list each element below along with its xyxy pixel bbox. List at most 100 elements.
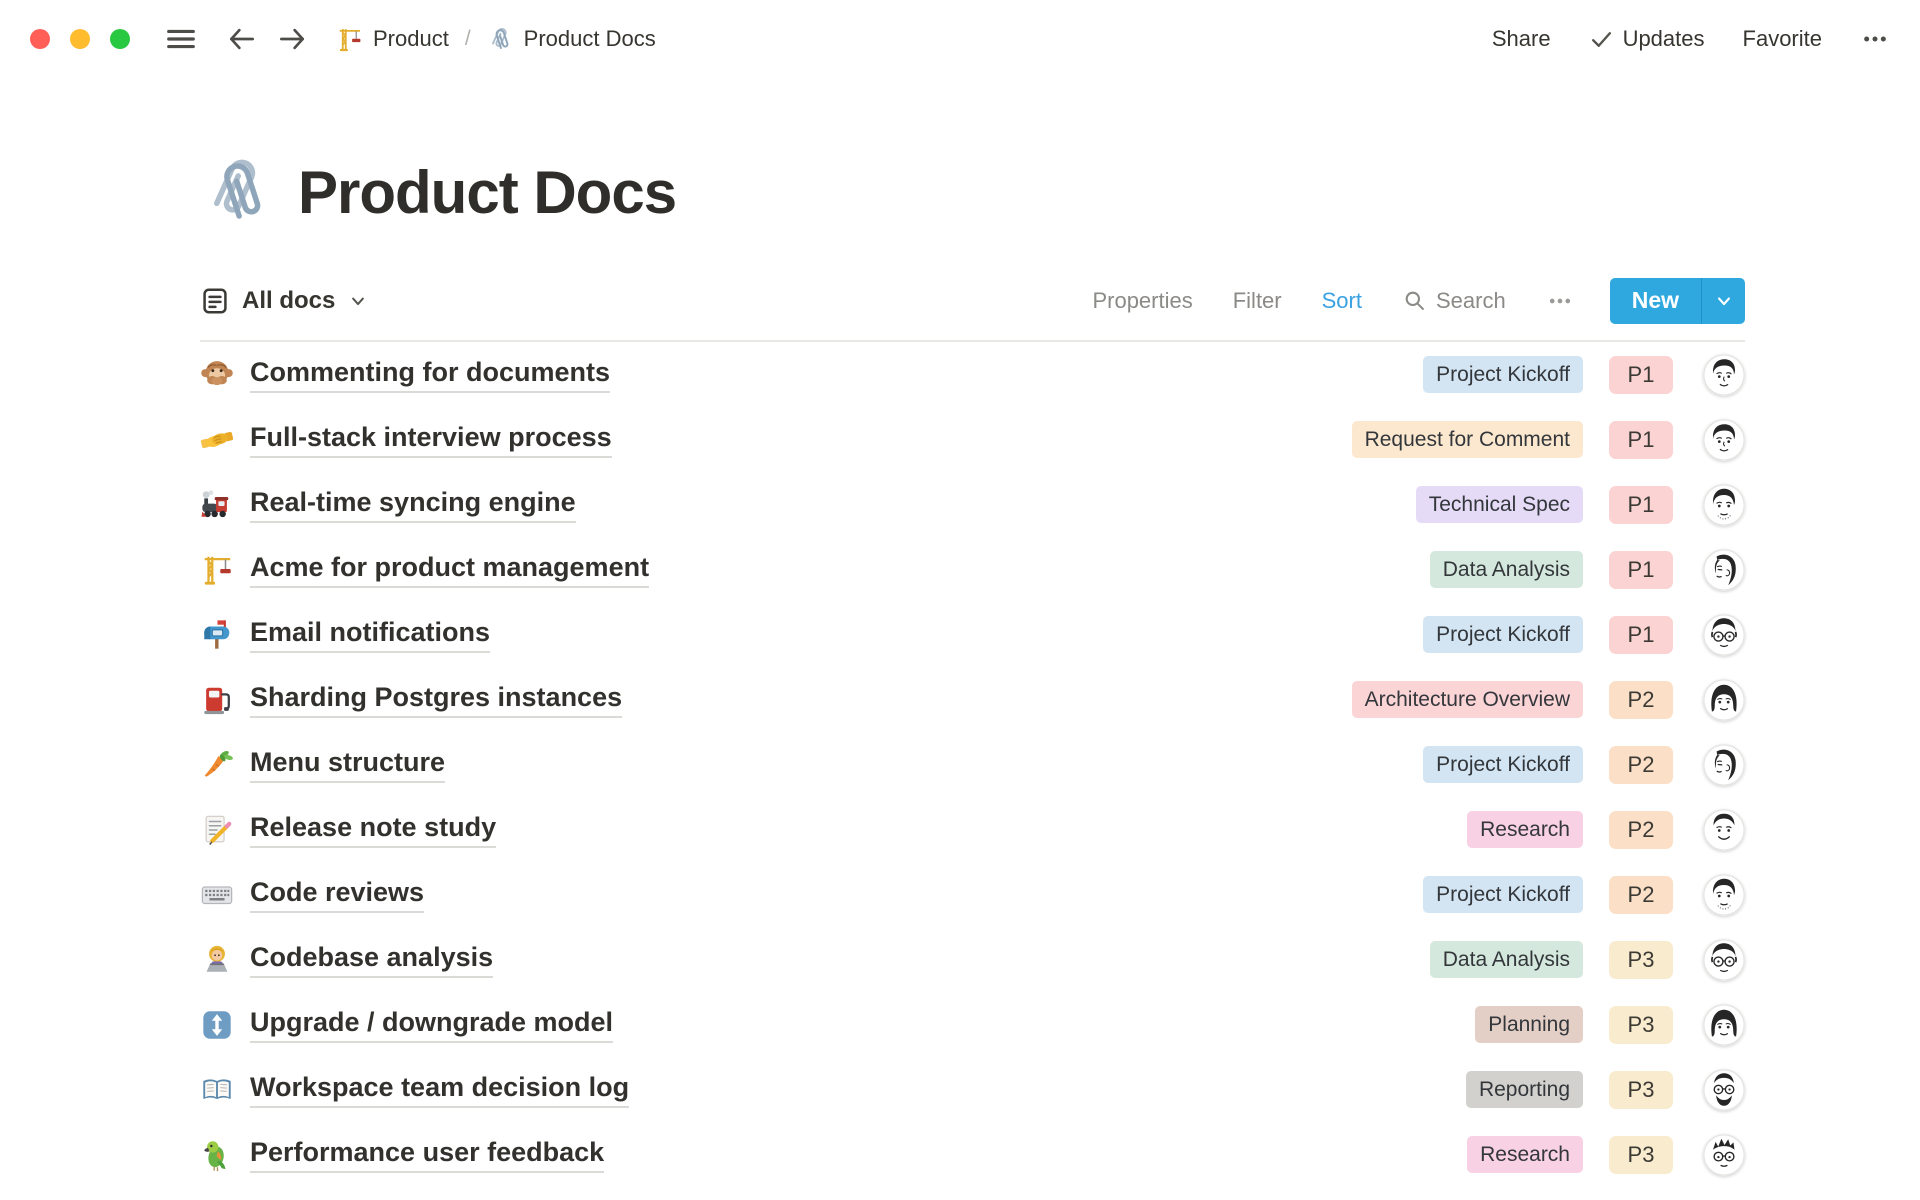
memo-emoji	[200, 813, 234, 847]
zoom-window-button[interactable]	[110, 29, 130, 49]
assignee-avatar-woman-bob[interactable]	[1703, 1004, 1745, 1046]
chevron-down-icon	[347, 290, 369, 312]
building-construction-emoji	[336, 26, 363, 53]
doc-tag[interactable]: Project Kickoff	[1423, 876, 1583, 913]
doc-title[interactable]: Real-time syncing engine	[250, 487, 576, 523]
doc-row[interactable]: Performance user feedback Research P3	[200, 1122, 1745, 1187]
more-options-button[interactable]	[1860, 24, 1890, 54]
doc-tag[interactable]: Request for Comment	[1352, 421, 1583, 458]
doc-row[interactable]: Full-stack interview process Request for…	[200, 407, 1745, 472]
doc-row[interactable]: Codebase analysis Data Analysis P3	[200, 927, 1745, 992]
parrot-emoji	[200, 1138, 234, 1172]
doc-row[interactable]: Acme for product management Data Analysi…	[200, 537, 1745, 602]
doc-tag[interactable]: Reporting	[1466, 1071, 1583, 1108]
doc-title[interactable]: Code reviews	[250, 877, 424, 913]
doc-title[interactable]: Upgrade / downgrade model	[250, 1007, 613, 1043]
assignee-avatar-person-glasses[interactable]	[1703, 939, 1745, 981]
doc-title[interactable]: Codebase analysis	[250, 942, 493, 978]
forward-arrow-icon[interactable]	[276, 23, 308, 55]
doc-tag[interactable]: Research	[1467, 1136, 1583, 1173]
assignee-avatar-man-glasses-spiky[interactable]	[1703, 1134, 1745, 1176]
doc-tag[interactable]: Technical Spec	[1416, 486, 1583, 523]
doc-tag[interactable]: Architecture Overview	[1352, 681, 1583, 718]
doc-priority-badge[interactable]: P3	[1609, 1071, 1673, 1109]
chevron-down-icon	[1713, 290, 1735, 312]
doc-tag[interactable]: Data Analysis	[1430, 551, 1583, 588]
doc-priority-badge[interactable]: P1	[1609, 356, 1673, 394]
sort-button[interactable]: Sort	[1322, 288, 1362, 314]
breadcrumb-item-product-docs[interactable]: Product Docs	[487, 26, 656, 53]
favorite-button[interactable]: Favorite	[1743, 26, 1822, 52]
ellipsis-icon	[1546, 287, 1574, 315]
breadcrumb-item-product[interactable]: Product	[336, 26, 449, 53]
search-button[interactable]: Search	[1402, 288, 1506, 314]
doc-tag[interactable]: Planning	[1475, 1006, 1583, 1043]
doc-row[interactable]: Menu structure Project Kickoff P2	[200, 732, 1745, 797]
filter-button[interactable]: Filter	[1233, 288, 1282, 314]
doc-priority-badge[interactable]: P1	[1609, 421, 1673, 459]
doc-tag[interactable]: Project Kickoff	[1423, 616, 1583, 653]
doc-title[interactable]: Release note study	[250, 812, 496, 848]
assignee-avatar-man-stubble[interactable]	[1703, 874, 1745, 916]
doc-priority-badge[interactable]: P1	[1609, 486, 1673, 524]
doc-priority-badge[interactable]: P2	[1609, 811, 1673, 849]
doc-title[interactable]: Sharding Postgres instances	[250, 682, 622, 718]
sidebar-menu-icon[interactable]	[164, 22, 198, 56]
linked-paperclips-emoji	[487, 26, 514, 53]
properties-button[interactable]: Properties	[1092, 288, 1192, 314]
up-down-arrow-button-emoji	[200, 1008, 234, 1042]
doc-row[interactable]: Sharding Postgres instances Architecture…	[200, 667, 1745, 732]
doc-row[interactable]: Upgrade / downgrade model Planning P3	[200, 992, 1745, 1057]
doc-row[interactable]: Release note study Research P2	[200, 797, 1745, 862]
traffic-lights	[30, 29, 130, 49]
back-arrow-icon[interactable]	[226, 23, 258, 55]
breadcrumb-label: Product	[373, 26, 449, 52]
new-dropdown-button[interactable]	[1701, 278, 1745, 324]
assignee-avatar-woman-side-profile[interactable]	[1703, 549, 1745, 591]
doc-row[interactable]: Code reviews Project Kickoff P2	[200, 862, 1745, 927]
doc-row[interactable]: Workspace team decision log Reporting P3	[200, 1057, 1745, 1122]
doc-priority-badge[interactable]: P1	[1609, 616, 1673, 654]
doc-title[interactable]: Email notifications	[250, 617, 490, 653]
doc-title[interactable]: Workspace team decision log	[250, 1072, 629, 1108]
doc-title[interactable]: Performance user feedback	[250, 1137, 604, 1173]
assignee-avatar-man-glasses-beard[interactable]	[1703, 1069, 1745, 1111]
doc-tag[interactable]: Data Analysis	[1430, 941, 1583, 978]
doc-priority-badge[interactable]: P3	[1609, 1006, 1673, 1044]
assignee-avatar-woman-side-profile[interactable]	[1703, 744, 1745, 786]
locomotive-emoji	[200, 488, 234, 522]
new-button[interactable]: New	[1610, 278, 1701, 324]
close-window-button[interactable]	[30, 29, 50, 49]
assignee-avatar-woman-bob[interactable]	[1703, 679, 1745, 721]
doc-priority-badge[interactable]: P2	[1609, 876, 1673, 914]
speak-no-evil-monkey-emoji	[200, 358, 234, 392]
doc-tag[interactable]: Project Kickoff	[1423, 356, 1583, 393]
doc-priority-badge[interactable]: P1	[1609, 551, 1673, 589]
doc-row[interactable]: Email notifications Project Kickoff P1	[200, 602, 1745, 667]
doc-priority-badge[interactable]: P2	[1609, 681, 1673, 719]
assignee-avatar-man-stubble[interactable]	[1703, 484, 1745, 526]
share-button[interactable]: Share	[1492, 26, 1551, 52]
doc-priority-badge[interactable]: P2	[1609, 746, 1673, 784]
minimize-window-button[interactable]	[70, 29, 90, 49]
doc-title[interactable]: Acme for product management	[250, 552, 649, 588]
assignee-avatar-man-short-hair[interactable]	[1703, 419, 1745, 461]
doc-title[interactable]: Full-stack interview process	[250, 422, 612, 458]
doc-tag[interactable]: Project Kickoff	[1423, 746, 1583, 783]
doc-priority-badge[interactable]: P3	[1609, 1136, 1673, 1174]
doc-row[interactable]: Commenting for documents Project Kickoff…	[200, 342, 1745, 407]
breadcrumb-label: Product Docs	[524, 26, 656, 52]
view-switcher-all-docs[interactable]: All docs	[200, 286, 369, 316]
updates-button[interactable]: Updates	[1589, 26, 1705, 52]
assignee-avatar-man-smile[interactable]	[1703, 809, 1745, 851]
doc-tag[interactable]: Research	[1467, 811, 1583, 848]
view-more-options-button[interactable]	[1546, 287, 1574, 315]
doc-priority-badge[interactable]: P3	[1609, 941, 1673, 979]
doc-row[interactable]: Real-time syncing engine Technical Spec …	[200, 472, 1745, 537]
doc-title[interactable]: Menu structure	[250, 747, 445, 783]
assignee-avatar-person-glasses[interactable]	[1703, 614, 1745, 656]
assignee-avatar-man-short-hair[interactable]	[1703, 354, 1745, 396]
linked-paperclips-emoji[interactable]	[200, 154, 276, 230]
page-title[interactable]: Product Docs	[298, 158, 676, 227]
doc-title[interactable]: Commenting for documents	[250, 357, 610, 393]
